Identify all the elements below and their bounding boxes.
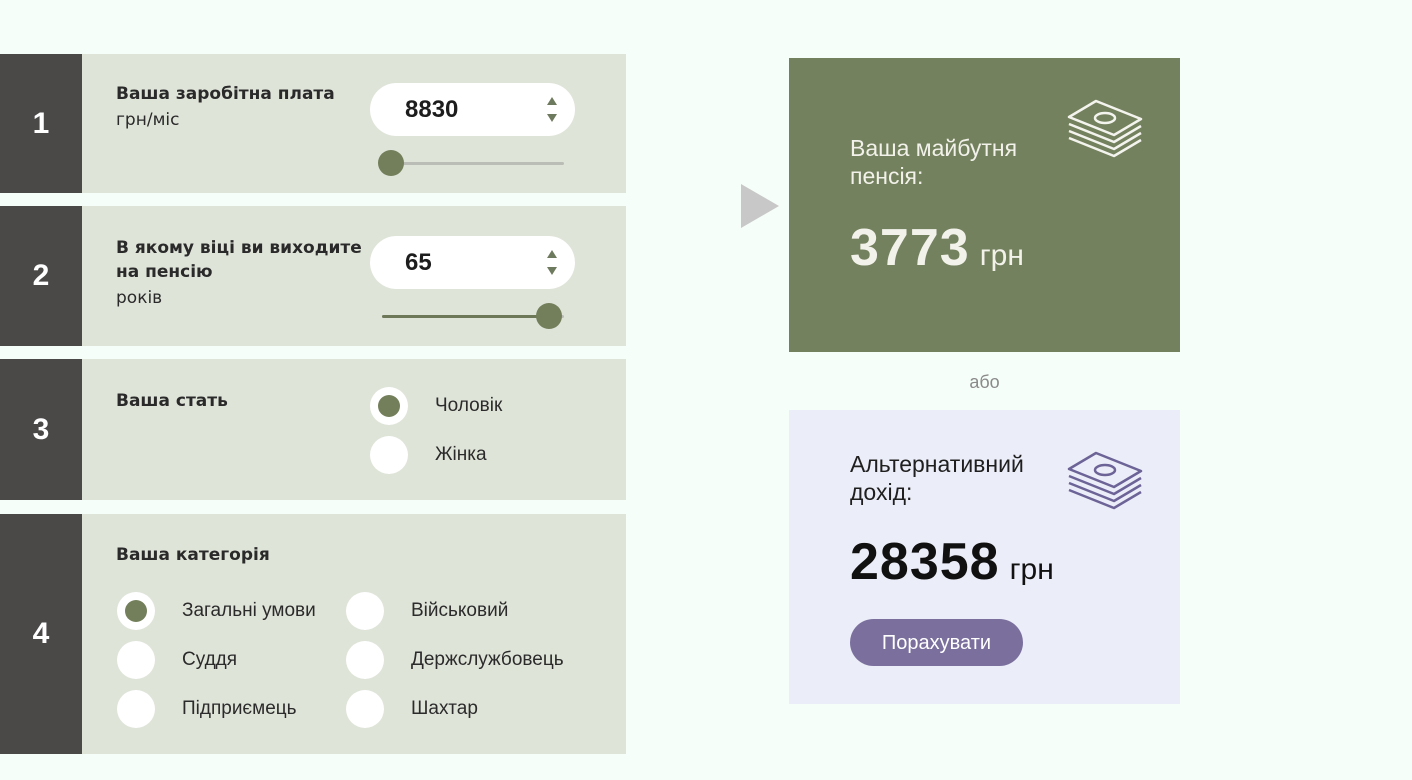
pension-amount-value: 3773	[850, 219, 970, 277]
retirement-age-title-line2: на пенсію	[116, 262, 213, 282]
slider-fill	[382, 315, 550, 318]
retirement-age-step: 2 В якому віці ви виходите на пенсію рок…	[0, 206, 626, 346]
or-label: або	[969, 372, 1000, 392]
gender-step: 3 Ваша стать Чоловік Жінка	[0, 359, 626, 500]
category-option-entrepreneur[interactable]: Підприємець	[117, 690, 297, 728]
radio-button[interactable]	[117, 592, 155, 630]
salary-slider[interactable]	[378, 150, 564, 176]
retirement-age-title: В якому віці ви виходите на пенсію	[116, 236, 362, 284]
decrement-icon[interactable]	[547, 114, 557, 122]
gender-option-female[interactable]: Жінка	[370, 436, 487, 474]
pension-amount: 3773 грн	[850, 218, 1024, 278]
calculate-button[interactable]: Порахувати	[850, 619, 1023, 666]
salary-step: 1 Ваша заробітна плата грн/міс 8830	[0, 54, 626, 193]
category-option-civil-servant[interactable]: Держслужбовець	[346, 641, 564, 679]
category-option-label: Загальні умови	[182, 600, 316, 621]
money-stack-icon	[1067, 99, 1143, 158]
slider-thumb[interactable]	[378, 150, 405, 176]
gender-step-body: Ваша стать Чоловік Жінка	[82, 359, 626, 500]
retirement-age-step-body: В якому віці ви виходите на пенсію років…	[82, 206, 626, 346]
increment-icon[interactable]	[547, 250, 557, 258]
slider-thumb[interactable]	[536, 303, 563, 329]
category-step: 4 Ваша категорія Загальні умови Військов…	[0, 514, 626, 754]
category-option-general[interactable]: Загальні умови	[117, 592, 316, 630]
radio-button[interactable]	[117, 641, 155, 679]
category-option-miner[interactable]: Шахтар	[346, 690, 478, 728]
decrement-icon[interactable]	[547, 267, 557, 275]
category-option-military[interactable]: Військовий	[346, 592, 508, 630]
radio-button[interactable]	[370, 387, 408, 425]
retirement-age-title-line1: В якому віці ви виходите	[116, 238, 362, 258]
category-option-label: Військовий	[411, 600, 509, 621]
gender-option-label: Чоловік	[435, 395, 503, 416]
category-option-judge[interactable]: Суддя	[117, 641, 237, 679]
alternative-income-title: Альтернативний дохід:	[850, 451, 1024, 505]
salary-input[interactable]: 8830	[370, 83, 575, 136]
retirement-age-input[interactable]: 65	[370, 236, 575, 289]
gender-title: Ваша стать	[116, 391, 228, 411]
alternative-income-amount: 28358 грн	[850, 532, 1054, 592]
alternative-income-panel: Альтернативний дохід: 28358 грн Порахуват…	[789, 410, 1180, 704]
alternative-income-value: 28358	[850, 533, 1000, 591]
salary-value[interactable]: 8830	[405, 83, 458, 136]
category-option-label: Держслужбовець	[411, 649, 564, 670]
step-number: 2	[0, 206, 82, 346]
alternative-income-currency: грн	[1009, 553, 1054, 586]
future-pension-panel: Ваша майбутня пенсія: 3773 грн	[789, 58, 1180, 352]
salary-step-body: Ваша заробітна плата грн/міс 8830	[82, 54, 626, 193]
radio-dot	[125, 600, 147, 622]
retirement-age-unit: років	[116, 288, 163, 308]
salary-title: Ваша заробітна плата	[116, 84, 335, 104]
radio-button[interactable]	[346, 690, 384, 728]
salary-unit: грн/міс	[116, 110, 180, 130]
pension-title: Ваша майбутня пенсія:	[850, 135, 1018, 189]
retirement-age-value[interactable]: 65	[405, 236, 432, 289]
category-step-body: Ваша категорія Загальні умови Військовий…	[82, 514, 626, 754]
step-number: 3	[0, 359, 82, 500]
step-number: 4	[0, 514, 82, 754]
category-option-label: Суддя	[182, 649, 238, 670]
radio-button[interactable]	[346, 641, 384, 679]
step-number: 1	[0, 54, 82, 193]
category-option-label: Підприємець	[182, 698, 297, 719]
category-option-label: Шахтар	[411, 698, 478, 719]
category-title: Ваша категорія	[116, 545, 270, 565]
play-icon	[741, 184, 779, 228]
pension-currency: грн	[979, 239, 1024, 272]
gender-option-male[interactable]: Чоловік	[370, 387, 502, 425]
gender-option-label: Жінка	[435, 444, 487, 465]
radio-button[interactable]	[370, 436, 408, 474]
radio-button[interactable]	[346, 592, 384, 630]
money-stack-icon	[1067, 451, 1143, 510]
radio-dot	[378, 395, 400, 417]
radio-button[interactable]	[117, 690, 155, 728]
retirement-age-slider[interactable]	[382, 303, 564, 329]
increment-icon[interactable]	[547, 97, 557, 105]
